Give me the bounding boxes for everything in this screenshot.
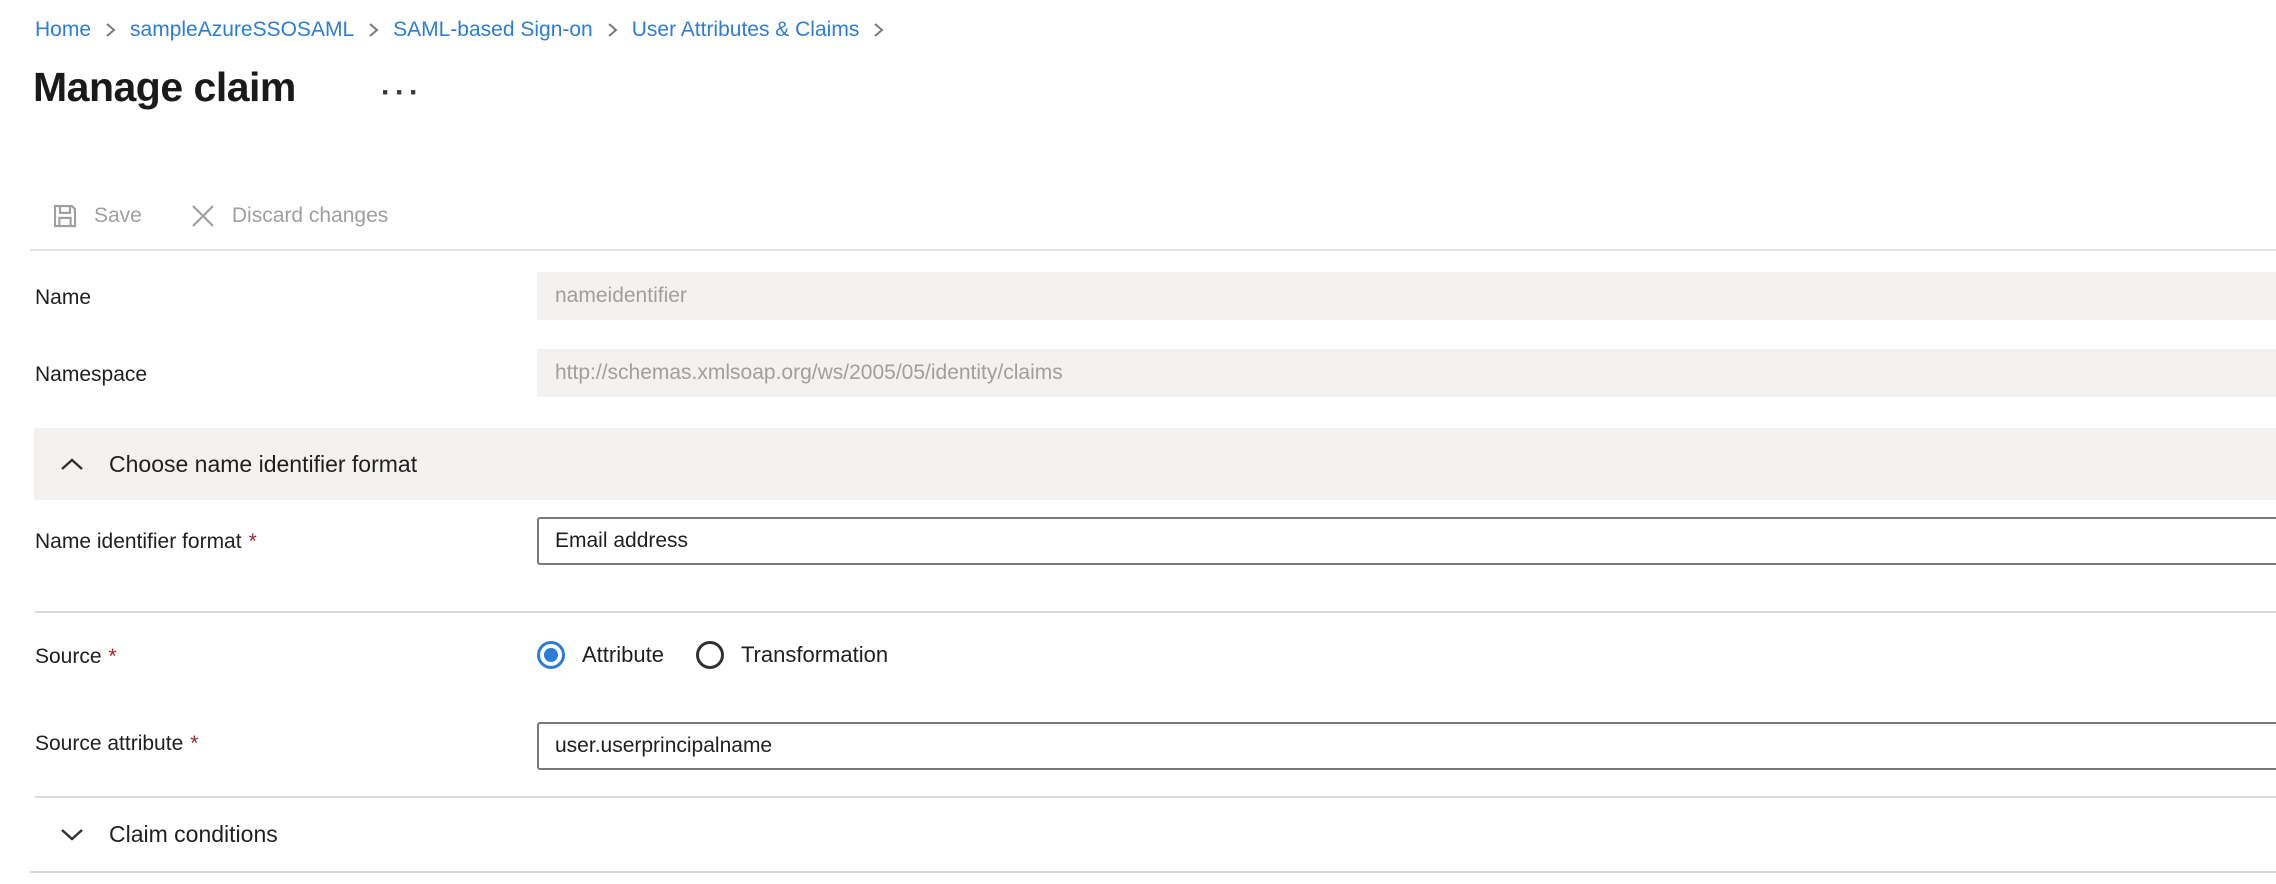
name-input[interactable]	[537, 272, 2276, 320]
chevron-right-icon	[872, 20, 885, 40]
save-button[interactable]: Save	[50, 201, 142, 231]
command-bar: Save Discard changes	[50, 192, 388, 240]
breadcrumb: Home sampleAzureSSOSAML SAML-based Sign-…	[35, 14, 898, 46]
name-identifier-format-label: Name identifier format *	[35, 529, 257, 555]
section-title: Choose name identifier format	[109, 451, 417, 478]
radio-attribute[interactable]: Attribute	[537, 641, 664, 669]
name-field-label: Name	[35, 285, 91, 311]
source-radio-group: Attribute Transformation	[537, 640, 888, 670]
manage-claim-page: Home sampleAzureSSOSAML SAML-based Sign-…	[0, 0, 2276, 884]
source-attribute-label-text: Source attribute	[35, 732, 183, 755]
name-identifier-format-combobox[interactable]	[537, 517, 2276, 565]
chevron-right-icon	[367, 20, 380, 40]
breadcrumb-link-saml-signon[interactable]: SAML-based Sign-on	[393, 14, 593, 46]
required-marker: *	[190, 732, 198, 755]
namespace-field-label: Namespace	[35, 362, 147, 388]
radio-attribute-label: Attribute	[582, 642, 664, 668]
close-icon	[188, 201, 218, 231]
section-claim-conditions[interactable]: Claim conditions	[34, 798, 2276, 870]
discard-changes-label: Discard changes	[232, 204, 388, 228]
chevron-up-icon	[60, 457, 84, 472]
radio-transformation[interactable]: Transformation	[696, 641, 888, 669]
more-options-button[interactable]: ···	[381, 78, 423, 108]
chevron-right-icon	[104, 20, 117, 40]
discard-changes-button[interactable]: Discard changes	[188, 201, 388, 231]
source-label-text: Source	[35, 645, 102, 668]
namespace-input[interactable]	[537, 349, 2276, 397]
breadcrumb-link-home[interactable]: Home	[35, 14, 91, 46]
required-marker: *	[249, 530, 257, 553]
radio-unselected-icon	[696, 641, 724, 669]
source-attribute-combobox[interactable]	[537, 722, 2276, 770]
section-title: Claim conditions	[109, 821, 278, 848]
source-label: Source *	[35, 644, 117, 670]
name-identifier-format-label-text: Name identifier format	[35, 530, 242, 553]
chevron-right-icon	[606, 20, 619, 40]
required-marker: *	[109, 645, 117, 668]
radio-selected-icon	[537, 641, 565, 669]
row-divider	[30, 871, 2276, 873]
chevron-down-icon	[60, 827, 84, 842]
row-divider	[35, 611, 2276, 613]
toolbar-divider	[30, 249, 2276, 251]
breadcrumb-link-app[interactable]: sampleAzureSSOSAML	[130, 14, 354, 46]
section-choose-name-identifier-format[interactable]: Choose name identifier format	[34, 428, 2276, 500]
save-label: Save	[94, 204, 142, 228]
radio-transformation-label: Transformation	[741, 642, 888, 668]
breadcrumb-link-user-attributes-claims[interactable]: User Attributes & Claims	[632, 14, 860, 46]
page-title: Manage claim	[33, 64, 296, 111]
save-icon	[50, 201, 80, 231]
source-attribute-label: Source attribute *	[35, 731, 198, 757]
